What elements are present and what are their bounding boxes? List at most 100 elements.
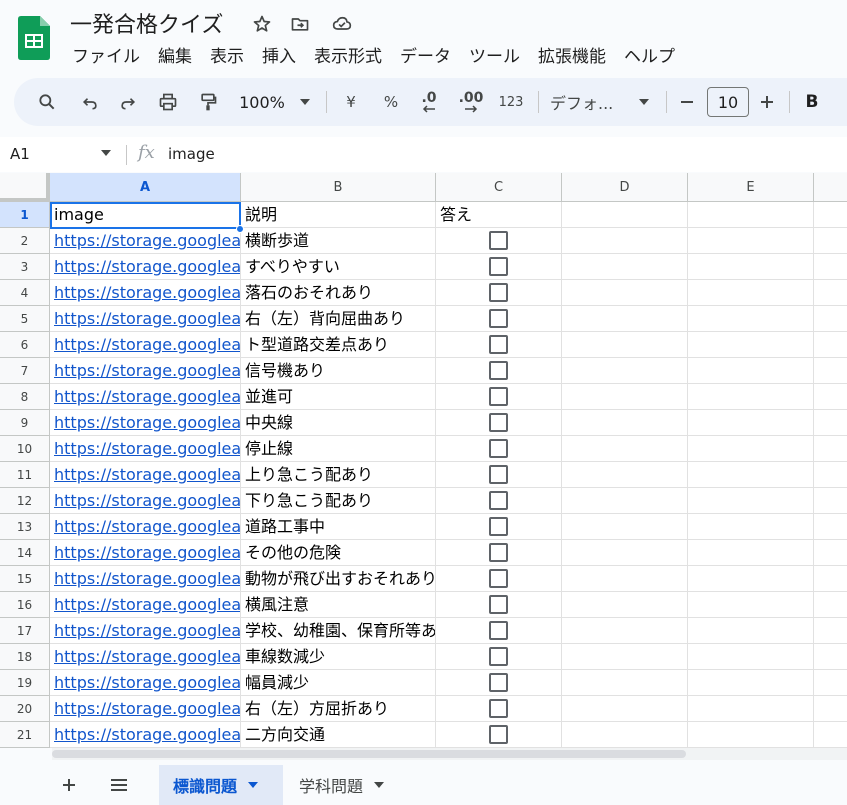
row-header[interactable]: 10: [0, 436, 50, 462]
fill-handle[interactable]: [236, 225, 244, 233]
cell-image-url[interactable]: https://storage.googleapis: [50, 384, 241, 410]
cell-empty[interactable]: [688, 566, 814, 592]
cell-empty[interactable]: [688, 358, 814, 384]
cell-empty[interactable]: [688, 280, 814, 306]
cell-empty[interactable]: [688, 306, 814, 332]
cell-empty[interactable]: [562, 696, 688, 722]
cell-image-url[interactable]: https://storage.googleapis: [50, 254, 241, 280]
cell-empty[interactable]: [562, 722, 688, 748]
row-header[interactable]: 3: [0, 254, 50, 280]
answer-checkbox[interactable]: [489, 309, 508, 328]
row-header[interactable]: 1: [0, 202, 50, 228]
cell-empty[interactable]: [688, 540, 814, 566]
cell-empty[interactable]: [562, 228, 688, 254]
cell-e1[interactable]: [688, 202, 814, 228]
answer-checkbox[interactable]: [489, 673, 508, 692]
cell-empty[interactable]: [814, 332, 847, 358]
answer-checkbox[interactable]: [489, 517, 508, 536]
cell-empty[interactable]: [814, 696, 847, 722]
answer-checkbox[interactable]: [489, 257, 508, 276]
row-header[interactable]: 11: [0, 462, 50, 488]
answer-checkbox[interactable]: [489, 491, 508, 510]
sheet-tab-dropdown-icon[interactable]: [247, 781, 259, 789]
cloud-saved-icon[interactable]: [330, 12, 354, 36]
answer-checkbox[interactable]: [489, 699, 508, 718]
cell-empty[interactable]: [688, 592, 814, 618]
row-header[interactable]: 4: [0, 280, 50, 306]
column-header-d[interactable]: D: [562, 173, 688, 202]
cell-empty[interactable]: [562, 436, 688, 462]
bold-button[interactable]: B: [800, 78, 824, 126]
menu-insert[interactable]: 挿入: [253, 40, 305, 69]
decrease-decimal-button[interactable]: .0: [414, 78, 444, 126]
redo-icon[interactable]: [113, 78, 143, 126]
scrollbar-thumb[interactable]: [52, 750, 686, 758]
cell-f1[interactable]: [814, 202, 847, 228]
percent-format-button[interactable]: %: [378, 78, 404, 126]
cell-empty[interactable]: [562, 306, 688, 332]
answer-checkbox[interactable]: [489, 283, 508, 302]
cell-image-url[interactable]: https://storage.googleapis: [50, 696, 241, 722]
cell-empty[interactable]: [814, 384, 847, 410]
add-sheet-icon[interactable]: [54, 770, 84, 800]
cell-description[interactable]: 並進可: [241, 384, 436, 410]
cell-image-url[interactable]: https://storage.googleapis: [50, 566, 241, 592]
cell-empty[interactable]: [814, 670, 847, 696]
cell-description[interactable]: 落石のおそれあり: [241, 280, 436, 306]
row-header[interactable]: 8: [0, 384, 50, 410]
formula-input[interactable]: image: [168, 145, 215, 163]
cell-empty[interactable]: [562, 644, 688, 670]
row-header[interactable]: 14: [0, 540, 50, 566]
answer-checkbox[interactable]: [489, 335, 508, 354]
cell-description[interactable]: 二方向交通: [241, 722, 436, 748]
increase-font-size-icon[interactable]: [756, 78, 778, 126]
font-dropdown-icon[interactable]: [636, 78, 652, 126]
cell-image-url[interactable]: https://storage.googleapis: [50, 358, 241, 384]
answer-checkbox[interactable]: [489, 595, 508, 614]
document-title[interactable]: 一発合格クイズ: [70, 7, 223, 39]
row-header[interactable]: 13: [0, 514, 50, 540]
sheets-logo-icon[interactable]: [18, 16, 50, 60]
cell-empty[interactable]: [814, 566, 847, 592]
print-icon[interactable]: [153, 78, 183, 126]
cell-empty[interactable]: [562, 384, 688, 410]
column-header-c[interactable]: C: [436, 173, 562, 202]
row-header[interactable]: 17: [0, 618, 50, 644]
answer-checkbox[interactable]: [489, 231, 508, 250]
cell-empty[interactable]: [814, 228, 847, 254]
cell-empty[interactable]: [688, 670, 814, 696]
cell-empty[interactable]: [814, 592, 847, 618]
row-header[interactable]: 12: [0, 488, 50, 514]
answer-checkbox[interactable]: [489, 413, 508, 432]
cell-description[interactable]: 学校、幼稚園、保育所等あ: [241, 618, 436, 644]
cell-description[interactable]: 上り急こう配あり: [241, 462, 436, 488]
cell-image-url[interactable]: https://storage.googleapis: [50, 436, 241, 462]
cell-empty[interactable]: [688, 514, 814, 540]
undo-icon[interactable]: [75, 78, 105, 126]
cell-image-url[interactable]: https://storage.googleapis: [50, 462, 241, 488]
zoom-select[interactable]: 100%: [233, 78, 291, 126]
cell-empty[interactable]: [814, 358, 847, 384]
answer-checkbox[interactable]: [489, 621, 508, 640]
cell-description[interactable]: ト型道路交差点あり: [241, 332, 436, 358]
cell-empty[interactable]: [688, 488, 814, 514]
decrease-font-size-icon[interactable]: [676, 78, 698, 126]
cell-empty[interactable]: [688, 410, 814, 436]
name-box[interactable]: A1: [10, 145, 30, 163]
cell-empty[interactable]: [814, 254, 847, 280]
cell-image-url[interactable]: https://storage.googleapis: [50, 644, 241, 670]
cell-description[interactable]: 幅員減少: [241, 670, 436, 696]
cell-description[interactable]: 道路工事中: [241, 514, 436, 540]
cell-description[interactable]: 動物が飛び出すおそれあり: [241, 566, 436, 592]
cell-empty[interactable]: [562, 410, 688, 436]
cell-image-url[interactable]: https://storage.googleapis: [50, 410, 241, 436]
row-header[interactable]: 6: [0, 332, 50, 358]
answer-checkbox[interactable]: [489, 569, 508, 588]
cell-description[interactable]: 横断歩道: [241, 228, 436, 254]
cell-description[interactable]: すべりやすい: [241, 254, 436, 280]
answer-checkbox[interactable]: [489, 439, 508, 458]
row-header[interactable]: 7: [0, 358, 50, 384]
cell-empty[interactable]: [562, 488, 688, 514]
row-header[interactable]: 9: [0, 410, 50, 436]
menu-tools[interactable]: ツール: [460, 40, 529, 69]
